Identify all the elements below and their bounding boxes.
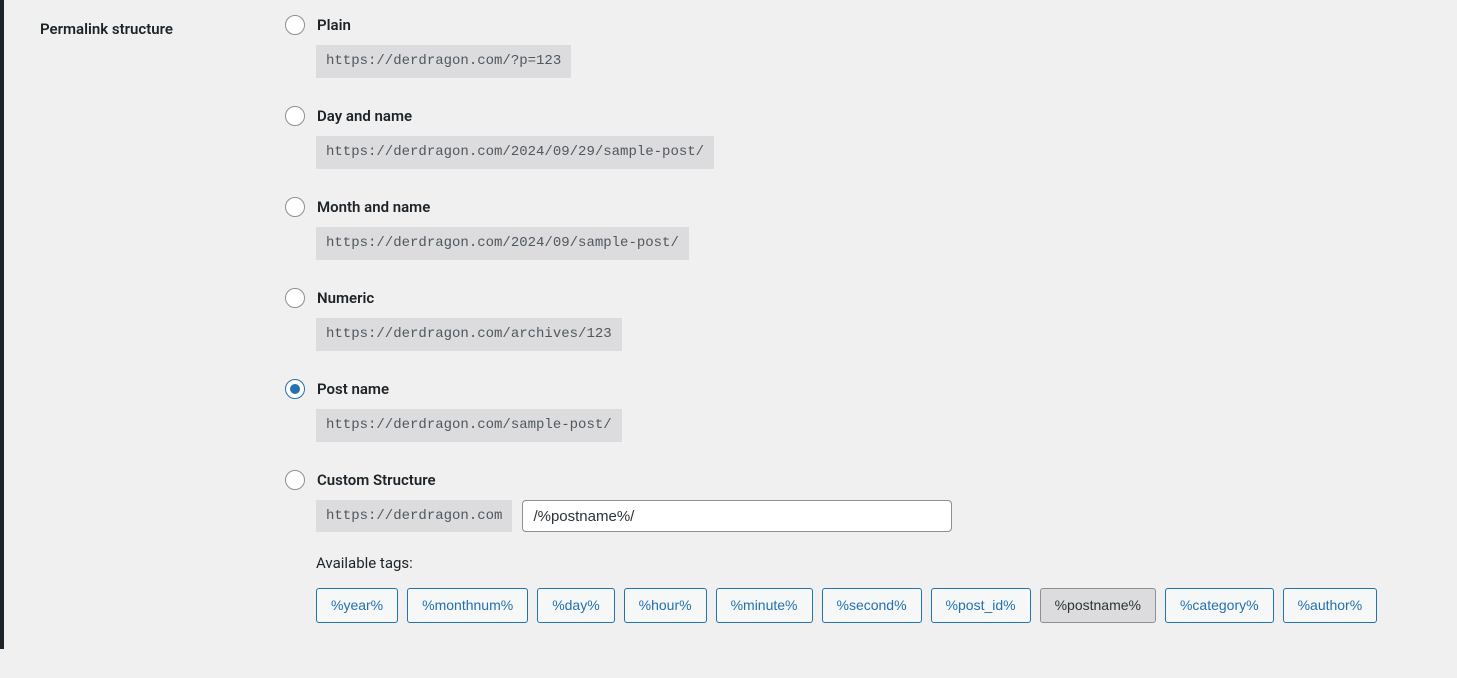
option-custom: Custom Structure https://derdragon.com A… (285, 470, 1447, 623)
radio-dayname-label: Day and name (317, 107, 412, 125)
example-monthname: https://derdragon.com/2024/09/sample-pos… (316, 227, 689, 260)
option-monthname: Month and name https://derdragon.com/202… (285, 197, 1447, 260)
settings-content: Permalink structure Plain https://derdra… (0, 0, 1457, 678)
admin-sidebar-edge (0, 0, 4, 649)
tag-second[interactable]: %second% (822, 588, 922, 623)
tag-day[interactable]: %day% (537, 588, 614, 623)
radio-plain[interactable] (285, 15, 305, 35)
option-numeric: Numeric https://derdragon.com/archives/1… (285, 288, 1447, 351)
radio-dayname-row[interactable]: Day and name (285, 106, 1447, 126)
tag-postname[interactable]: %postname% (1040, 588, 1156, 623)
section-label: Permalink structure (40, 20, 173, 38)
custom-structure-input[interactable] (522, 500, 952, 532)
option-dayname: Day and name https://derdragon.com/2024/… (285, 106, 1447, 169)
tag-hour[interactable]: %hour% (624, 588, 707, 623)
radio-numeric[interactable] (285, 288, 305, 308)
example-plain: https://derdragon.com/?p=123 (316, 45, 571, 78)
radio-plain-label: Plain (317, 16, 351, 34)
tag-monthnum[interactable]: %monthnum% (407, 588, 528, 623)
section-heading: Permalink structure (0, 0, 275, 648)
tag-post_id[interactable]: %post_id% (931, 588, 1031, 623)
radio-postname[interactable] (285, 379, 305, 399)
radio-custom-label: Custom Structure (317, 471, 436, 489)
custom-structure-row: https://derdragon.com (316, 500, 1447, 532)
available-tags-label: Available tags: (316, 554, 1447, 572)
radio-numeric-row[interactable]: Numeric (285, 288, 1447, 308)
radio-monthname-row[interactable]: Month and name (285, 197, 1447, 217)
radio-monthname-label: Month and name (317, 198, 430, 216)
radio-custom-row[interactable]: Custom Structure (285, 470, 1447, 490)
tags-row: %year% %monthnum% %day% %hour% %minute% … (316, 588, 1447, 623)
tag-author[interactable]: %author% (1283, 588, 1378, 623)
radio-postname-label: Post name (317, 380, 389, 398)
radio-monthname[interactable] (285, 197, 305, 217)
radio-plain-row[interactable]: Plain (285, 15, 1447, 35)
options-cell: Plain https://derdragon.com/?p=123 Day a… (275, 0, 1457, 648)
example-postname: https://derdragon.com/sample-post/ (316, 409, 622, 442)
radio-dayname[interactable] (285, 106, 305, 126)
radio-postname-row[interactable]: Post name (285, 379, 1447, 399)
tag-minute[interactable]: %minute% (716, 588, 813, 623)
form-table: Permalink structure Plain https://derdra… (0, 0, 1457, 648)
custom-prefix: https://derdragon.com (316, 500, 512, 532)
option-postname: Post name https://derdragon.com/sample-p… (285, 379, 1447, 442)
radio-custom[interactable] (285, 470, 305, 490)
radio-numeric-label: Numeric (317, 289, 374, 307)
example-numeric: https://derdragon.com/archives/123 (316, 318, 622, 351)
option-plain: Plain https://derdragon.com/?p=123 (285, 15, 1447, 78)
tag-category[interactable]: %category% (1165, 588, 1274, 623)
tag-year[interactable]: %year% (316, 588, 398, 623)
example-dayname: https://derdragon.com/2024/09/29/sample-… (316, 136, 714, 169)
